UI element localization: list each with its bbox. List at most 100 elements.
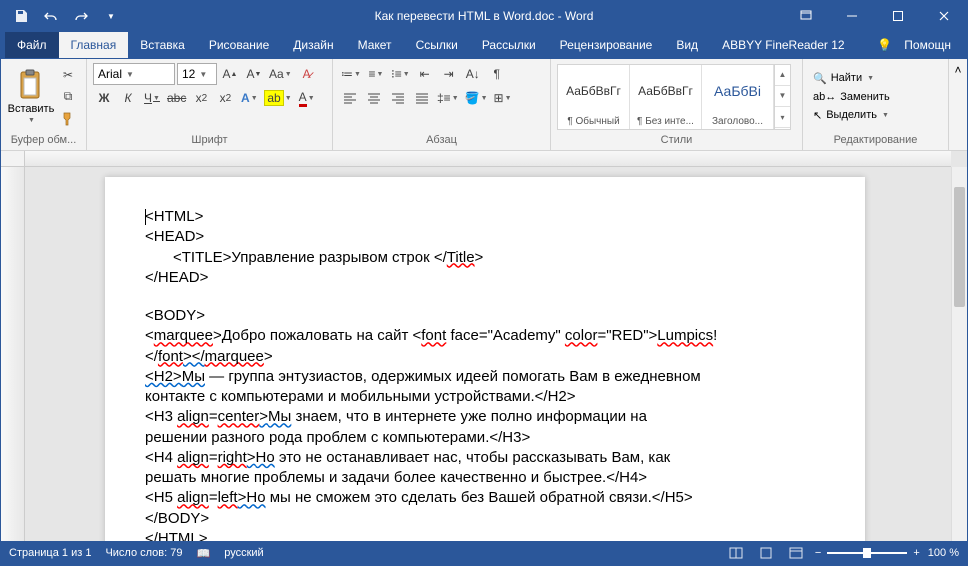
status-language[interactable]: русский — [224, 547, 263, 559]
shrink-font-icon[interactable]: A▼ — [243, 63, 265, 85]
tell-me-icon[interactable]: 💡 — [869, 38, 900, 52]
superscript-button[interactable]: x2 — [214, 87, 236, 109]
style-no-spacing[interactable]: АаБбВвГг ¶ Без инте... — [630, 65, 702, 129]
horizontal-ruler[interactable] — [25, 151, 951, 167]
redo-icon[interactable] — [69, 4, 93, 28]
select-icon: ↖ — [813, 109, 822, 122]
document-area: <HTML> <HEAD> <TITLE>Управление разрывом… — [1, 151, 967, 541]
justify-icon[interactable] — [411, 87, 433, 109]
numbering-icon[interactable]: ≡▼ — [365, 63, 387, 85]
style-heading1[interactable]: АаБбВі Заголово... — [702, 65, 774, 129]
scrollbar-thumb[interactable] — [954, 187, 965, 307]
tab-home[interactable]: Главная — [59, 32, 129, 58]
tab-references[interactable]: Ссылки — [404, 32, 470, 58]
paste-label: Вставить — [8, 103, 55, 115]
ribbon-options-icon[interactable] — [783, 1, 829, 31]
group-styles: АаБбВвГг ¶ Обычный АаБбВвГг ¶ Без инте..… — [551, 59, 803, 150]
align-left-icon[interactable] — [339, 87, 361, 109]
view-web-icon[interactable] — [785, 544, 807, 562]
minimize-icon[interactable] — [829, 1, 875, 31]
decrease-indent-icon[interactable]: ⇤ — [414, 63, 436, 85]
style-expand-icon[interactable]: ▾ — [775, 107, 790, 128]
paste-button[interactable]: Вставить ▼ — [7, 64, 55, 130]
zoom-slider[interactable]: − + — [815, 547, 920, 559]
sort-icon[interactable]: A↓ — [462, 63, 484, 85]
borders-icon[interactable]: ⊞▼ — [492, 87, 514, 109]
replace-icon: ab↔ — [813, 91, 836, 103]
ribbon-tab-strip: Файл Главная Вставка Рисование Дизайн Ма… — [1, 31, 967, 59]
tab-review[interactable]: Рецензирование — [548, 32, 665, 58]
style-gallery: АаБбВвГг ¶ Обычный АаБбВвГг ¶ Без инте..… — [557, 64, 791, 130]
tab-abbyy[interactable]: ABBYY FineReader 12 — [710, 32, 857, 58]
highlight-icon[interactable]: ab▼ — [262, 87, 293, 109]
align-center-icon[interactable] — [363, 87, 385, 109]
format-painter-icon[interactable] — [57, 109, 79, 129]
style-normal[interactable]: АаБбВвГг ¶ Обычный — [558, 65, 630, 129]
zoom-in-icon[interactable]: + — [913, 547, 919, 559]
replace-button[interactable]: ab↔Заменить — [809, 89, 894, 105]
group-paragraph: ≔▼ ≡▼ ⁝≡▼ ⇤ ⇥ A↓ ¶ ‡≡▼ 🪣▼ ⊞▼ Абзац — [333, 59, 551, 150]
group-label-font: Шрифт — [91, 132, 328, 148]
group-label-styles: Стили — [555, 132, 798, 148]
find-button[interactable]: 🔍Найти▼ — [809, 70, 894, 87]
tab-insert[interactable]: Вставка — [128, 32, 197, 58]
document-page[interactable]: <HTML> <HEAD> <TITLE>Управление разрывом… — [105, 177, 865, 541]
bullets-icon[interactable]: ≔▼ — [339, 63, 363, 85]
bold-button[interactable]: Ж — [93, 87, 115, 109]
view-read-icon[interactable] — [725, 544, 747, 562]
tell-me-text[interactable]: Помощн — [904, 32, 963, 58]
group-label-clipboard: Буфер обм... — [5, 132, 82, 148]
style-scroll-up-icon[interactable]: ▲ — [775, 65, 790, 86]
copy-icon[interactable]: ⧉ — [57, 87, 79, 107]
increase-indent-icon[interactable]: ⇥ — [438, 63, 460, 85]
strikethrough-button[interactable]: abc — [165, 87, 188, 109]
select-button[interactable]: ↖Выделить▼ — [809, 107, 894, 124]
zoom-out-icon[interactable]: − — [815, 547, 821, 559]
title-bar: ▼ Как перевести HTML в Word.doc - Word — [1, 1, 967, 31]
status-page[interactable]: Страница 1 из 1 — [9, 547, 91, 559]
underline-button[interactable]: Ч▼ — [141, 87, 163, 109]
zoom-level[interactable]: 100 % — [928, 547, 959, 559]
group-label-paragraph: Абзац — [337, 132, 546, 148]
tab-draw[interactable]: Рисование — [197, 32, 281, 58]
italic-button[interactable]: К — [117, 87, 139, 109]
find-icon: 🔍 — [813, 72, 827, 85]
font-size-combo[interactable]: 12▼ — [177, 63, 217, 85]
collapse-ribbon-icon[interactable]: ˄ — [949, 59, 967, 150]
group-label-editing: Редактирование — [807, 132, 944, 148]
close-icon[interactable] — [921, 1, 967, 31]
font-name-combo[interactable]: Arial▼ — [93, 63, 175, 85]
tab-file[interactable]: Файл — [5, 32, 59, 58]
subscript-button[interactable]: x2 — [190, 87, 212, 109]
align-right-icon[interactable] — [387, 87, 409, 109]
group-editing: 🔍Найти▼ ab↔Заменить ↖Выделить▼ Редактиро… — [803, 59, 949, 150]
text-effects-icon[interactable]: A▼ — [238, 87, 260, 109]
tab-design[interactable]: Дизайн — [281, 32, 345, 58]
ruler-corner — [1, 151, 25, 167]
tab-layout[interactable]: Макет — [346, 32, 404, 58]
maximize-icon[interactable] — [875, 1, 921, 31]
shading-icon[interactable]: 🪣▼ — [463, 87, 490, 109]
style-scroll-down-icon[interactable]: ▼ — [775, 86, 790, 107]
cut-icon[interactable]: ✂ — [57, 65, 79, 85]
change-case-icon[interactable]: Aa▼ — [267, 63, 294, 85]
clear-formatting-icon[interactable]: A̷ — [296, 63, 318, 85]
grow-font-icon[interactable]: A▲ — [219, 63, 241, 85]
qat-dropdown-icon[interactable]: ▼ — [99, 4, 123, 28]
ribbon: Вставить ▼ ✂ ⧉ Буфер обм... Arial▼ 12▼ A… — [1, 59, 967, 151]
tab-mailings[interactable]: Рассылки — [470, 32, 548, 58]
line-spacing-icon[interactable]: ‡≡▼ — [435, 87, 461, 109]
status-word-count[interactable]: Число слов: 79 — [105, 547, 182, 559]
tab-view[interactable]: Вид — [664, 32, 710, 58]
group-clipboard: Вставить ▼ ✂ ⧉ Буфер обм... — [1, 59, 87, 150]
multilevel-icon[interactable]: ⁝≡▼ — [389, 63, 412, 85]
save-icon[interactable] — [9, 4, 33, 28]
undo-icon[interactable] — [39, 4, 63, 28]
view-print-icon[interactable] — [755, 544, 777, 562]
document-body[interactable]: <HTML> <HEAD> <TITLE>Управление разрывом… — [145, 207, 825, 541]
vertical-ruler[interactable] — [1, 167, 25, 541]
show-marks-icon[interactable]: ¶ — [486, 63, 508, 85]
font-color-icon[interactable]: A▼ — [296, 87, 318, 109]
status-proofing-icon[interactable]: 📖 — [197, 547, 211, 560]
vertical-scrollbar[interactable] — [951, 167, 967, 541]
